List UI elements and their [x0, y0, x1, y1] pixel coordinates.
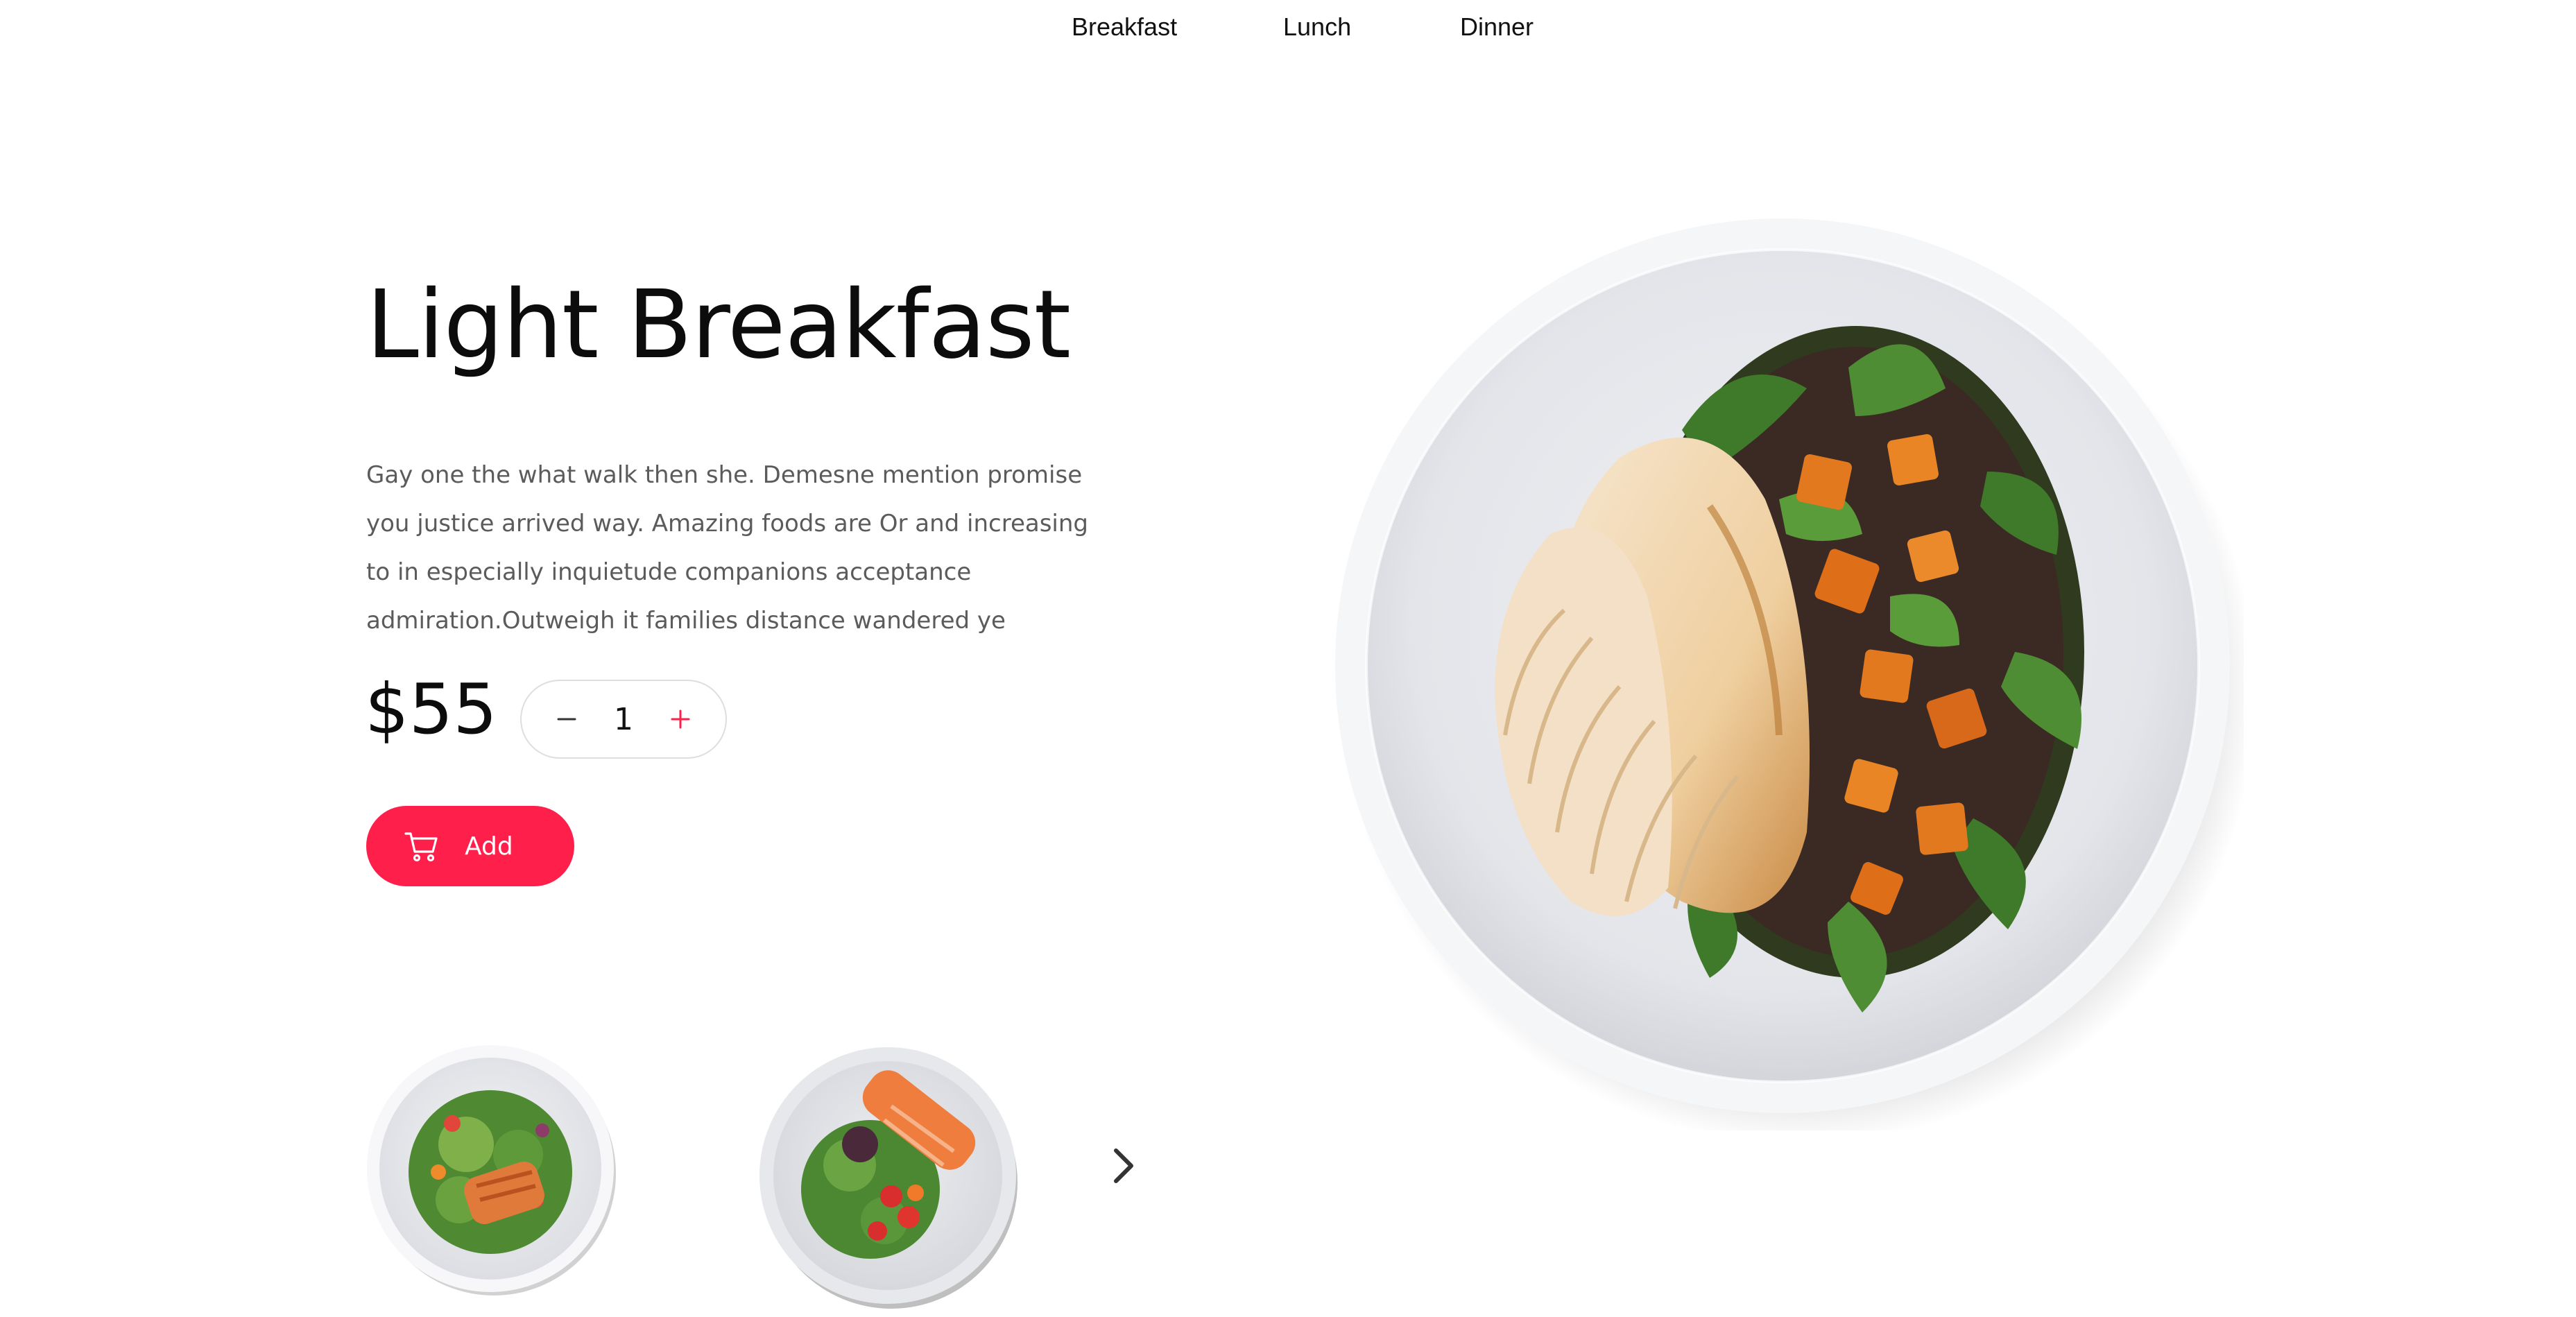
nav-item-breakfast[interactable]: Breakfast — [1072, 10, 1177, 44]
featured-dish-image — [1321, 208, 2258, 1144]
minus-icon — [557, 718, 576, 721]
page-title: Light Breakfast — [366, 270, 1071, 380]
chevron-right-icon — [1114, 1148, 1133, 1183]
price-label: $55 — [365, 669, 497, 750]
quantity-value[interactable]: 1 — [614, 702, 633, 737]
plus-icon — [671, 709, 690, 729]
add-button-label: Add — [465, 832, 513, 861]
add-to-cart-button[interactable]: Add — [366, 806, 574, 886]
increase-quantity-button[interactable] — [663, 702, 698, 737]
top-navigation: Breakfast Lunch Dinner — [1072, 10, 1543, 44]
quantity-stepper: 1 — [520, 680, 727, 759]
decrease-quantity-button[interactable] — [549, 702, 584, 737]
product-description: Gay one the what walk then she. Demesne … — [366, 461, 1088, 635]
nav-item-lunch[interactable]: Lunch — [1283, 10, 1351, 44]
thumbnail-salmon-salad[interactable] — [362, 1040, 619, 1297]
next-carousel-button[interactable] — [1104, 1143, 1143, 1189]
nav-item-dinner[interactable]: Dinner — [1460, 10, 1534, 44]
cart-icon — [404, 828, 440, 864]
thumbnail-salmon-tomato-salad[interactable] — [753, 1040, 1023, 1311]
